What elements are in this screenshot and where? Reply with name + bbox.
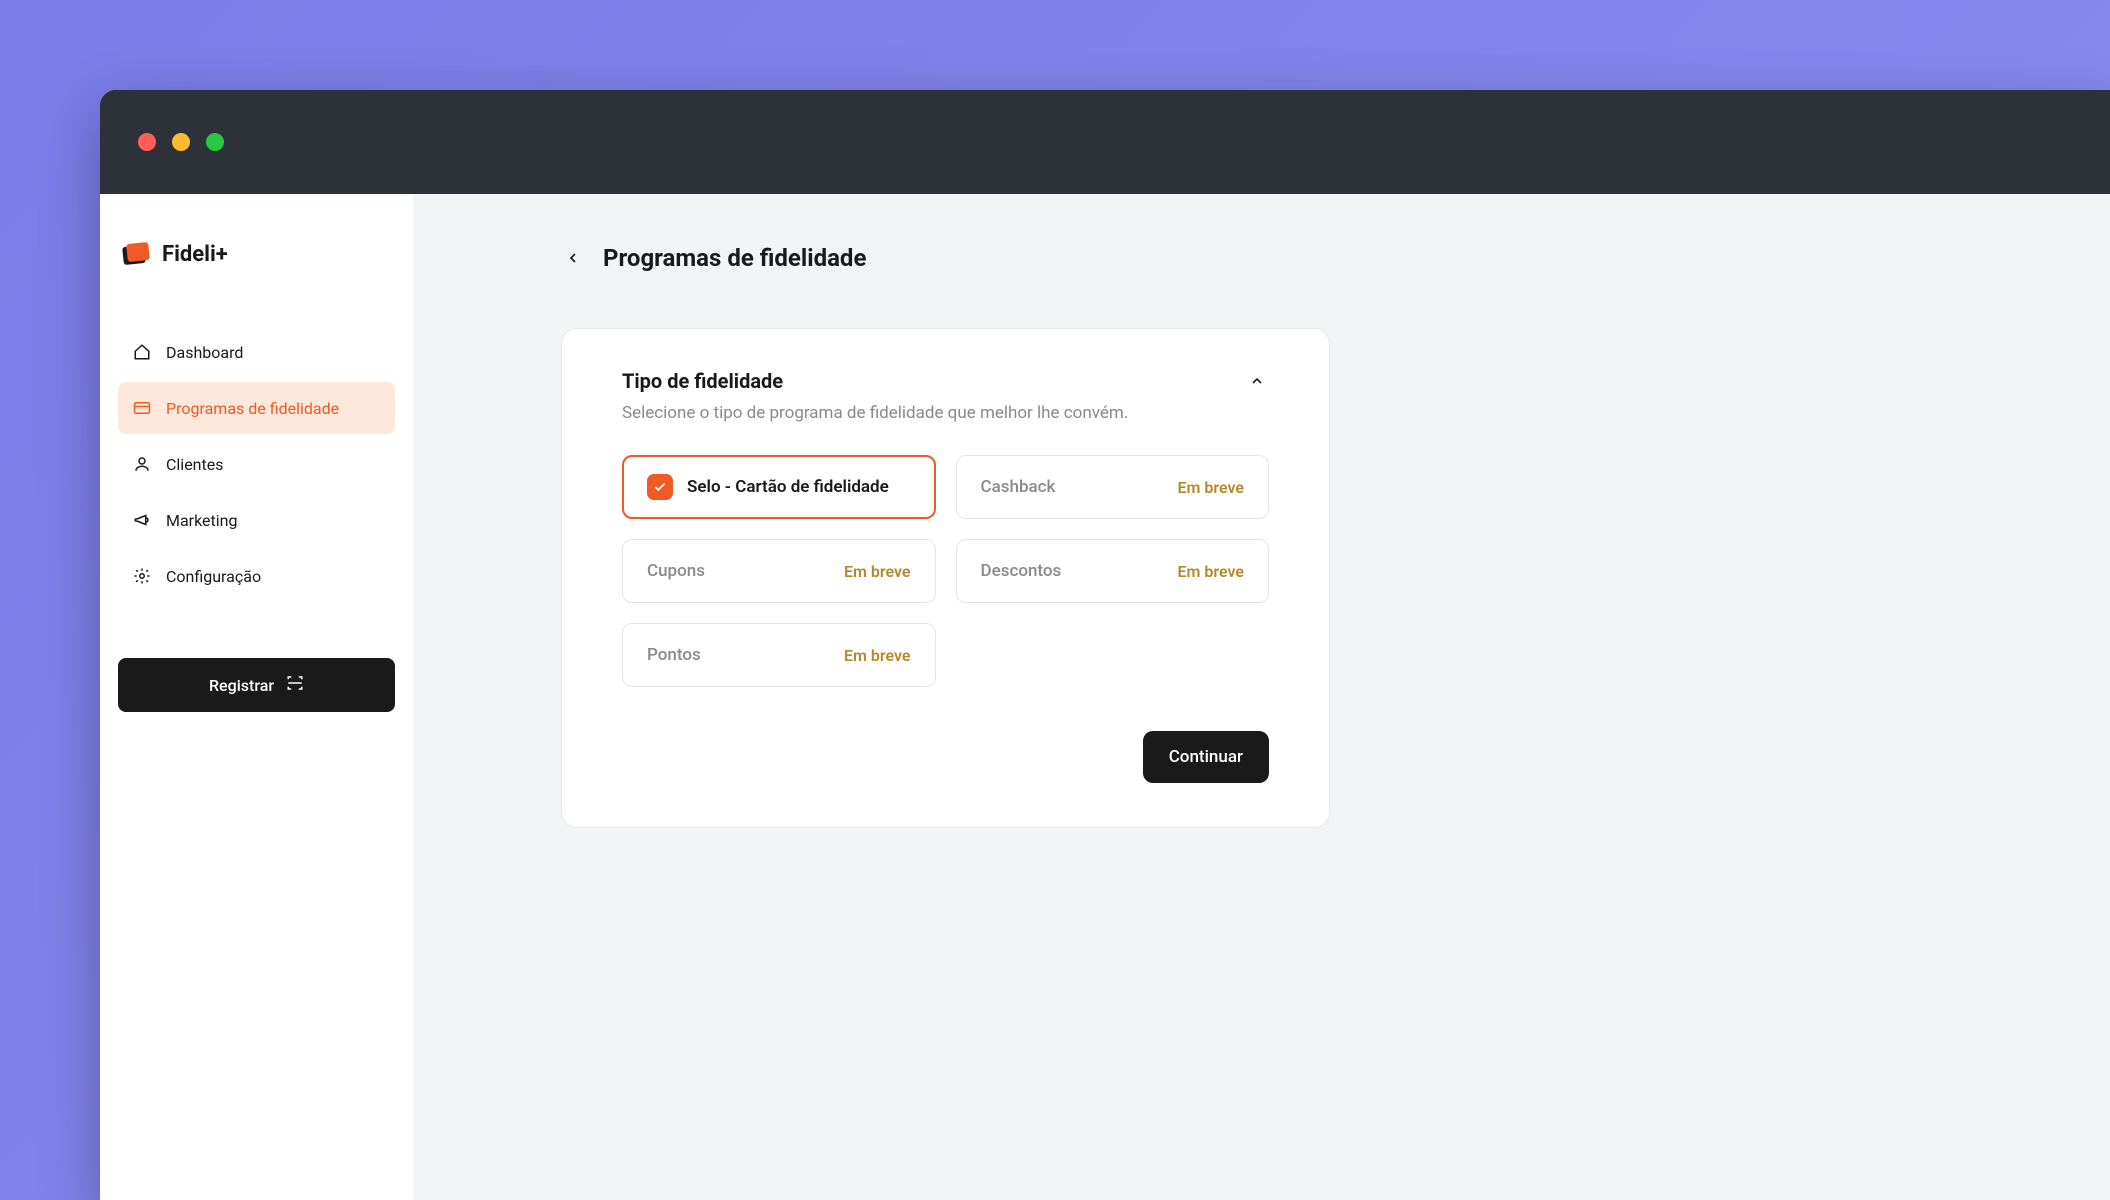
option-label: Selo - Cartão de fidelidade: [687, 477, 889, 497]
logo-icon: [120, 238, 152, 270]
card-header: Tipo de fidelidade: [622, 369, 1269, 393]
continue-button[interactable]: Continuar: [1143, 731, 1269, 783]
check-icon: [653, 480, 667, 494]
option-descontos[interactable]: Descontos Em breve: [956, 539, 1270, 603]
option-cupons[interactable]: Cupons Em breve: [622, 539, 936, 603]
gear-icon: [132, 566, 152, 586]
chevron-left-icon: [565, 250, 581, 266]
coming-soon-badge: Em breve: [1177, 562, 1244, 581]
scan-icon: [286, 674, 304, 696]
logo: Fideli+: [118, 238, 395, 270]
main-content: Programas de fidelidade Tipo de fidelida…: [413, 194, 2110, 1200]
option-pontos[interactable]: Pontos Em breve: [622, 623, 936, 687]
option-label: Descontos: [981, 561, 1062, 581]
app-window: Fideli+ Dashboard: [100, 90, 2110, 1200]
nav-configuracao[interactable]: Configuração: [118, 550, 395, 602]
collapse-button[interactable]: [1245, 369, 1269, 393]
minimize-window-button[interactable]: [172, 133, 190, 151]
app-body: Fideli+ Dashboard: [100, 194, 2110, 1200]
option-selo[interactable]: Selo - Cartão de fidelidade: [622, 455, 936, 519]
back-button[interactable]: [561, 246, 585, 270]
traffic-lights: [138, 133, 224, 151]
nav-marketing[interactable]: Marketing: [118, 494, 395, 546]
card-icon: [132, 398, 152, 418]
coming-soon-badge: Em breve: [844, 562, 911, 581]
chevron-up-icon: [1249, 373, 1265, 389]
card-title: Tipo de fidelidade: [622, 369, 783, 393]
nav-programas[interactable]: Programas de fidelidade: [118, 382, 395, 434]
home-icon: [132, 342, 152, 362]
nav-item-label: Marketing: [166, 511, 237, 530]
option-label: Pontos: [647, 645, 701, 665]
coming-soon-badge: Em breve: [1177, 478, 1244, 497]
nav-clientes[interactable]: Clientes: [118, 438, 395, 490]
options-grid: Selo - Cartão de fidelidade Cashback Em …: [622, 455, 1269, 687]
nav-item-label: Clientes: [166, 455, 224, 474]
card-footer: Continuar: [622, 731, 1269, 783]
nav-item-label: Configuração: [166, 567, 261, 586]
register-button[interactable]: Registrar: [118, 658, 395, 712]
megaphone-icon: [132, 510, 152, 530]
nav-item-label: Dashboard: [166, 343, 243, 362]
option-label: Cashback: [981, 477, 1056, 497]
user-icon: [132, 454, 152, 474]
option-label: Cupons: [647, 561, 705, 581]
nav: Dashboard Programas de fidelidade: [118, 326, 395, 602]
option-cashback[interactable]: Cashback Em breve: [956, 455, 1270, 519]
maximize-window-button[interactable]: [206, 133, 224, 151]
coming-soon-badge: Em breve: [844, 646, 911, 665]
type-card: Tipo de fidelidade Selecione o tipo de p…: [561, 328, 1330, 828]
close-window-button[interactable]: [138, 133, 156, 151]
page-header: Programas de fidelidade: [561, 244, 2110, 272]
brand-name: Fideli+: [162, 242, 228, 267]
register-label: Registrar: [209, 676, 274, 695]
nav-item-label: Programas de fidelidade: [166, 399, 339, 418]
nav-dashboard[interactable]: Dashboard: [118, 326, 395, 378]
page-title: Programas de fidelidade: [603, 244, 866, 272]
card-subtitle: Selecione o tipo de programa de fidelida…: [622, 403, 1269, 423]
titlebar: [100, 90, 2110, 194]
checkbox-checked: [647, 474, 673, 500]
sidebar: Fideli+ Dashboard: [100, 194, 413, 1200]
